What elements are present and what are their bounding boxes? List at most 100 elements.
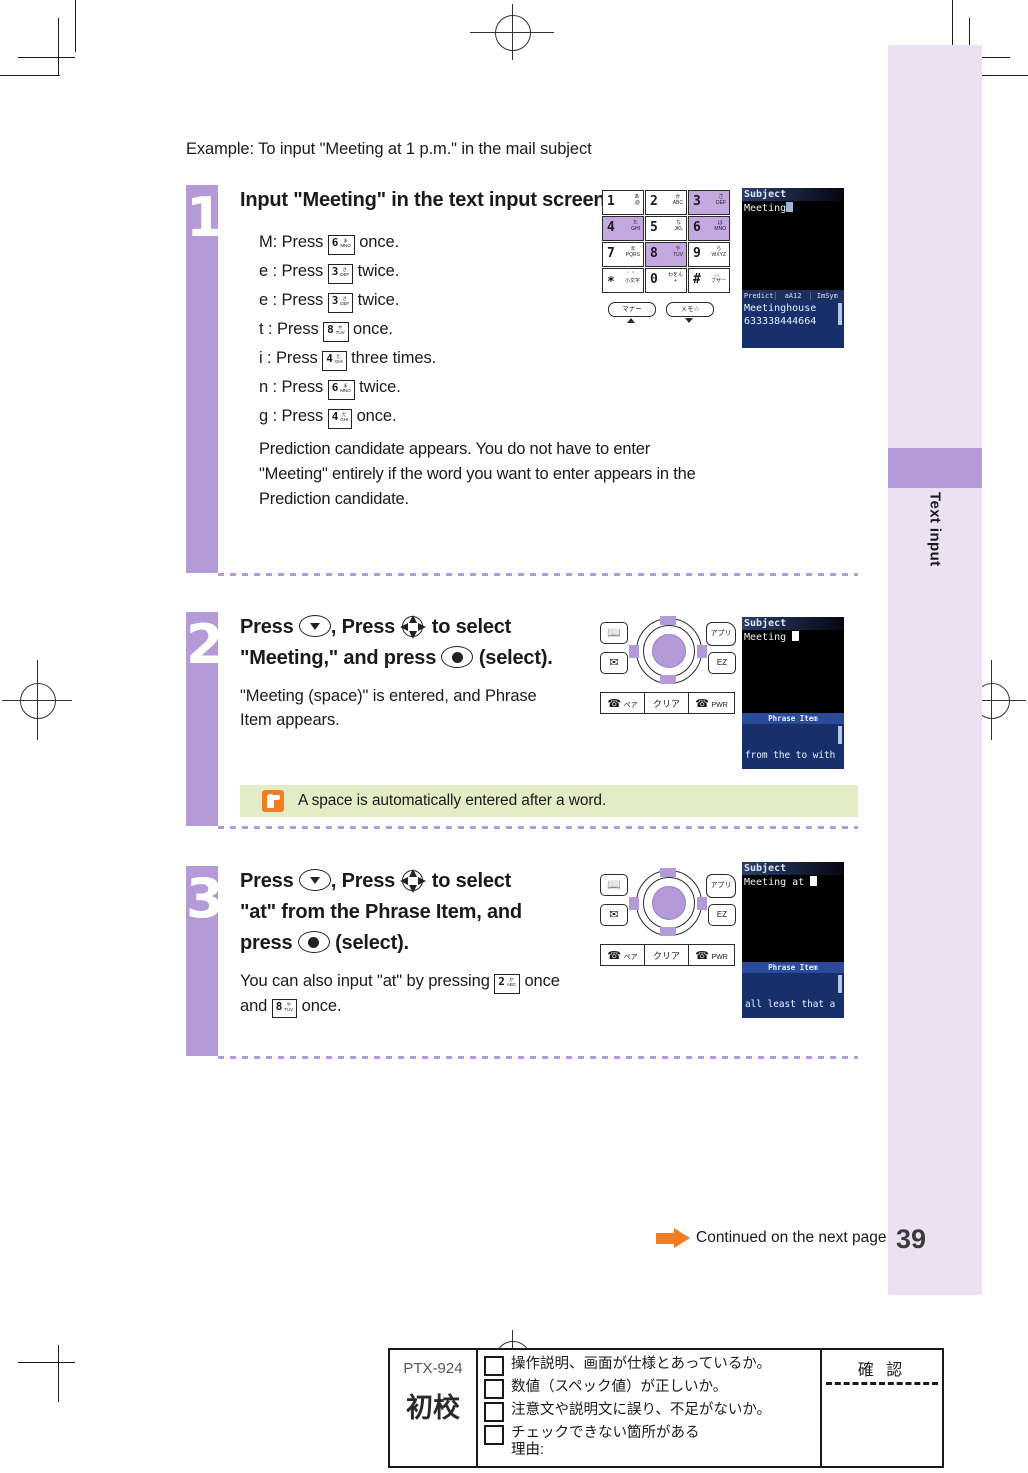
- navpad-left[interactable]: [629, 897, 639, 910]
- screen-3-scrollbar[interactable]: [838, 975, 842, 993]
- step-separator-1: [218, 573, 858, 576]
- key-line-press: Press: [281, 291, 324, 309]
- keycap-8: 8 や TUV: [271, 998, 298, 1018]
- crop-mark-tl-h: [0, 75, 60, 76]
- keypad-soft-row: マナー メモ☆: [608, 302, 728, 324]
- screen-3-phrase-title: Phrase Item: [742, 962, 844, 973]
- proof-confirm-divider: [826, 1382, 938, 1385]
- step-1-title: Input "Meeting" in the text input screen…: [240, 189, 611, 211]
- proof-check-item[interactable]: 操作説明、画面が仕様とあっているか。: [484, 1356, 820, 1376]
- navpad-center[interactable]: [652, 886, 686, 920]
- key-line-letter: t :: [259, 320, 273, 338]
- phrase-row[interactable]: all least that a: [745, 999, 841, 1011]
- checkbox[interactable]: [484, 1425, 504, 1445]
- keycap-4: 4 た GHI: [322, 351, 347, 371]
- key-line-press: Press: [281, 378, 324, 396]
- candidate-word[interactable]: Meetinghouse: [744, 302, 842, 315]
- proof-check-label: 注意文や説明文に誤り、不足がないか。: [511, 1402, 772, 1418]
- keycap-2: 2 か ABC: [494, 974, 520, 994]
- step-3-title-a: Press: [240, 870, 294, 892]
- screen-3-phrase-list[interactable]: all least that a one work any first home…: [742, 973, 844, 1018]
- proof-check-item[interactable]: チェックできない箇所がある 理由:: [484, 1425, 820, 1459]
- ez-key-icon: EZ: [708, 904, 736, 926]
- tab-predict[interactable]: Predict: [742, 291, 777, 300]
- navpad-down[interactable]: [660, 675, 676, 684]
- tab-aa12[interactable]: aA12: [776, 291, 811, 300]
- power-button[interactable]: ☎ PWR: [688, 944, 735, 966]
- keycap-6: 6 ま MNO: [327, 380, 355, 400]
- navpad-down[interactable]: [660, 927, 676, 936]
- mail-key-icon: ✉: [600, 904, 628, 926]
- key-line: g : Press 4 た GHI once.: [259, 402, 640, 431]
- phrase-row[interactable]: from the to with: [745, 750, 841, 762]
- tip-text: A space is automatically entered after a…: [298, 792, 607, 809]
- step-separator-3: [218, 1056, 858, 1059]
- navpad-center[interactable]: [652, 634, 686, 668]
- clear-button[interactable]: クリア: [644, 692, 689, 714]
- key-line: e : Press 3 さ DEF twice.: [259, 286, 640, 315]
- key-line-count: twice.: [357, 291, 400, 309]
- step-2-title-d: "Meeting," and press: [240, 647, 437, 669]
- key-line-press: Press: [281, 262, 324, 280]
- pointing-hand-icon: [262, 790, 284, 812]
- screen-2-phrase-list[interactable]: from the to with for as at by in of on a…: [742, 724, 844, 769]
- side-tab-strip: [888, 45, 982, 1295]
- proof-check-item[interactable]: 数値（スペック値）が正しいか。: [484, 1379, 820, 1399]
- keypad-key-1: 1 あ .@: [602, 190, 644, 215]
- power-button[interactable]: ☎ PWR: [688, 692, 735, 714]
- navpad-up[interactable]: [660, 616, 676, 625]
- navpad-left[interactable]: [629, 645, 639, 658]
- screen-1-tabs: Predict aA12 ImSym: [742, 290, 844, 301]
- checkbox[interactable]: [484, 1356, 504, 1376]
- screen-3-text: Meeting at: [742, 875, 844, 890]
- example-intro: Example: To input "Meeting at 1 p.m." in…: [186, 140, 592, 158]
- step-3-title-c: to select: [431, 870, 512, 892]
- step-2-title-e: (select).: [478, 647, 553, 669]
- navpad-up[interactable]: [660, 868, 676, 877]
- proof-confirm-label: 確 認: [857, 1362, 907, 1379]
- screen-3-header: Subject: [742, 862, 844, 875]
- call-button[interactable]: ☎ ペア: [600, 692, 645, 714]
- soft-key-manner: マナー: [608, 302, 656, 317]
- keypad-key-8: 8 や TUV: [645, 242, 687, 267]
- center-key-icon: [441, 646, 474, 668]
- screen-1-scrollbar[interactable]: [838, 303, 842, 325]
- proof-confirm-cell: 確 認: [822, 1350, 942, 1466]
- soft-key-up-arrow: [627, 318, 635, 323]
- keycap-8: 8 や TUV: [323, 322, 349, 342]
- step-1-number: 1: [186, 186, 224, 249]
- step-2-sub: "Meeting (space)" is entered, and Phrase…: [240, 687, 537, 729]
- tab-imsym[interactable]: ImSym: [811, 292, 844, 300]
- down-key-icon: [298, 869, 331, 891]
- crop-mark-tl-h2: [18, 57, 75, 58]
- keycap-6: 6 ま MNO: [327, 235, 355, 255]
- step-3-sub-c: once.: [301, 996, 342, 1015]
- app-key-icon: アプリ: [706, 622, 736, 646]
- screen-1-candidates[interactable]: Meetinghouse 633338444664: [742, 301, 844, 348]
- call-button[interactable]: ☎ ペア: [600, 944, 645, 966]
- book-key-icon: 📖: [600, 622, 628, 644]
- proof-check-box: PTX-924 初校 操作説明、画面が仕様とあっているか。 数値（スペック値）が…: [388, 1348, 944, 1468]
- clear-button[interactable]: クリア: [644, 944, 689, 966]
- navpad-right[interactable]: [697, 897, 707, 910]
- screen-2-phrase-title: Phrase Item: [742, 713, 844, 724]
- step-2-number: 2: [186, 613, 224, 676]
- key-line-count: twice.: [359, 378, 401, 396]
- candidate-digits: 633338444664: [744, 316, 817, 327]
- key-line-press: Press: [276, 349, 318, 367]
- screen-2-scrollbar[interactable]: [838, 726, 842, 744]
- step-1-body: Input "Meeting" in the text input screen…: [240, 185, 696, 512]
- navpad-button-row: ☎ ペア クリア ☎ PWR: [598, 692, 738, 716]
- navpad-button-row: ☎ ペア クリア ☎ PWR: [598, 944, 738, 968]
- keypad-key-5: 5 な JKL: [645, 216, 687, 241]
- keypad-key-7: 7 ま PQRS: [602, 242, 644, 267]
- checkbox[interactable]: [484, 1402, 504, 1422]
- proof-code: PTX-924: [403, 1360, 463, 1377]
- proof-check-label: 操作説明、画面が仕様とあっているか。: [511, 1356, 771, 1372]
- checkbox[interactable]: [484, 1379, 504, 1399]
- keypad-key-6: 6 は MNO: [688, 216, 730, 241]
- proof-check-item[interactable]: 注意文や説明文に誤り、不足がないか。: [484, 1402, 820, 1422]
- phone-screen-step-2: Subject Meeting Phrase Item from the to …: [742, 617, 844, 769]
- step-2-title: Press , Press to select "Meeting," and p…: [240, 612, 640, 674]
- navpad-right[interactable]: [697, 645, 707, 658]
